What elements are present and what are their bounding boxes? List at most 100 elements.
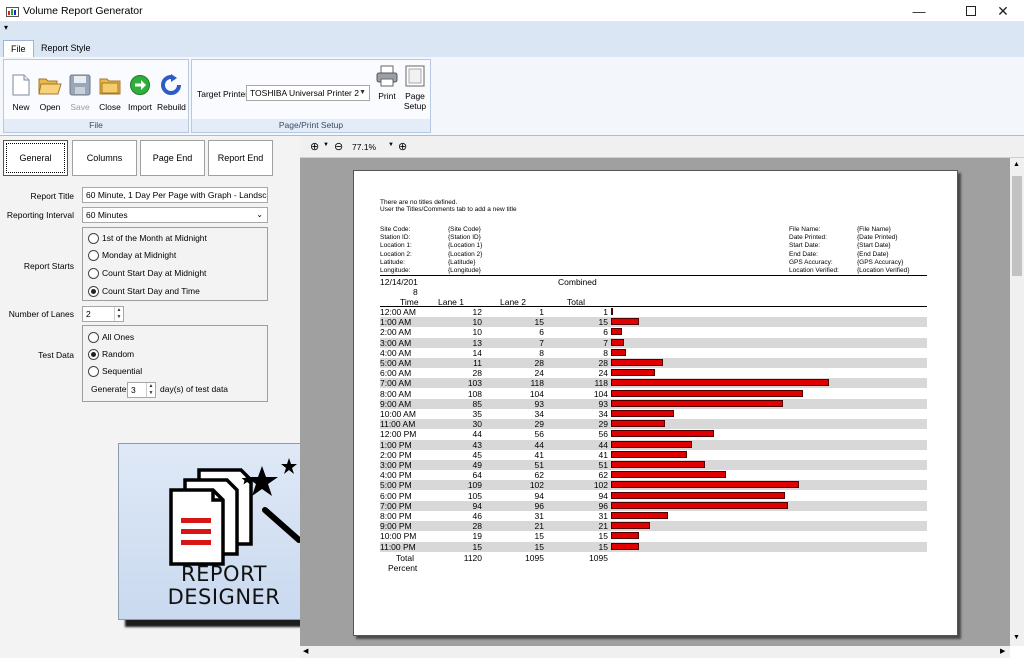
maximize-icon — [966, 6, 976, 16]
quick-access-dropdown-icon[interactable]: ▾ — [4, 23, 8, 32]
report-starts-label: Report Starts — [23, 261, 74, 271]
cell-lane-2: 24 — [534, 368, 544, 379]
test-data-option[interactable]: Random — [88, 349, 134, 361]
generate-days-stepper[interactable]: 3 ▲ ▼ — [127, 382, 156, 398]
zoom-in-icon[interactable]: ⊕ — [398, 140, 407, 153]
chevron-down-icon[interactable]: ▼ — [323, 142, 329, 148]
cell-lane-1: 105 — [467, 490, 482, 501]
cell-lane-1: 12 — [472, 307, 482, 317]
close-file-button[interactable]: Close — [96, 74, 124, 112]
cell-total: 7 — [603, 337, 608, 348]
tab-page-end[interactable]: Page End — [140, 140, 205, 176]
ribbon-tab-report-style[interactable]: Report Style — [34, 40, 98, 57]
total-bar — [611, 450, 687, 458]
report-starts-option[interactable]: Monday at Midnight — [88, 250, 176, 262]
save-button[interactable]: Save — [66, 74, 94, 112]
chevron-down-icon[interactable]: ▼ — [388, 142, 394, 148]
cell-lane-1: 45 — [472, 449, 482, 460]
ribbon: New Open Save Close Import Rebuild File … — [0, 57, 1024, 136]
tab-report-end[interactable]: Report End — [208, 140, 273, 176]
report-title-input[interactable]: 60 Minute, 1 Day Per Page with Graph - L… — [82, 187, 268, 203]
close-window-button[interactable]: ✕ — [980, 0, 1024, 22]
cell-time: 3:00 AM — [380, 337, 412, 348]
cell-time: 9:00 AM — [380, 398, 412, 409]
page-setup-button[interactable]: Page Setup — [400, 65, 430, 111]
cell-lane-2: 62 — [534, 470, 544, 481]
rebuild-button[interactable]: Rebuild — [157, 74, 186, 112]
table-row: 2:00 AM 10 6 6 — [380, 327, 927, 337]
total-bar — [611, 369, 656, 377]
zoom-out-icon[interactable]: ⊖ — [334, 140, 343, 153]
tab-general[interactable]: General — [3, 140, 68, 176]
rebuild-refresh-icon — [161, 74, 181, 95]
test-data-option[interactable]: Sequential — [88, 366, 142, 378]
horizontal-scrollbar[interactable]: ◀ ▶ — [300, 646, 1010, 658]
new-button[interactable]: New — [7, 74, 35, 112]
window-title: Volume Report Generator — [23, 5, 143, 17]
cell-time: 12:00 PM — [380, 429, 417, 440]
stepper-arrows-icon[interactable]: ▲ ▼ — [146, 383, 155, 397]
cell-lane-2: 8 — [539, 347, 544, 358]
scrollbar-thumb[interactable] — [1012, 176, 1022, 276]
print-preview-area[interactable]: There are no titles defined. User the Ti… — [300, 158, 1010, 646]
generate-label: Generate — [91, 384, 127, 394]
cell-time: 7:00 PM — [380, 500, 412, 511]
cell-lane-1: 19 — [472, 531, 482, 542]
total-bar — [611, 389, 804, 397]
cell-lane-2: 29 — [534, 419, 544, 430]
total-bar — [611, 491, 785, 499]
total-combined: 1095 — [589, 553, 608, 563]
report-starts-option[interactable]: Count Start Day at Midnight — [88, 268, 206, 280]
target-printer-select[interactable]: TOSHIBA Universal Printer 2 ▼ — [246, 85, 370, 101]
header-field-value: {File Name} — [857, 226, 891, 233]
cell-total: 62 — [598, 470, 608, 481]
tab-columns[interactable]: Columns — [72, 140, 137, 176]
total-bar — [611, 379, 829, 387]
ribbon-tab-file[interactable]: File — [3, 40, 34, 57]
cell-total: 104 — [593, 388, 608, 399]
scroll-up-icon[interactable]: ▲ — [1013, 161, 1020, 168]
minimize-button[interactable]: — — [896, 0, 942, 22]
number-of-lanes-stepper[interactable]: 2 ▲ ▼ — [82, 306, 124, 322]
percent-label: Percent — [388, 563, 418, 573]
table-row: 11:00 PM 15 15 15 — [380, 541, 927, 552]
total-lane-1: 1120 — [463, 553, 482, 563]
cell-time: 8:00 AM — [380, 388, 412, 399]
test-data-option[interactable]: All Ones — [88, 332, 134, 344]
cell-total: 28 — [598, 358, 608, 368]
zoom-in-icon[interactable]: ⊕ — [310, 140, 319, 153]
total-bar — [611, 481, 800, 489]
ribbon-group-page-print-setup: Target Printer TOSHIBA Universal Printer… — [191, 59, 431, 133]
header-field-value: {Location 2} — [448, 250, 483, 258]
minimize-icon: — — [912, 3, 926, 19]
header-field-label: Site Code: — [380, 226, 411, 233]
table-row: 10:00 AM 35 34 34 — [380, 409, 927, 419]
table-row: 1:00 PM 43 44 44 — [380, 439, 927, 450]
cell-total: 118 — [594, 378, 608, 389]
header-field-label: Location 1: — [380, 242, 412, 250]
report-starts-option[interactable]: Count Start Day and Time — [88, 286, 200, 298]
cell-lane-1: 30 — [472, 419, 482, 430]
vertical-scrollbar[interactable]: ▲ ▼ — [1010, 158, 1024, 646]
scroll-right-icon[interactable]: ▶ — [1000, 647, 1005, 655]
open-button[interactable]: Open — [36, 74, 64, 112]
cell-time: 8:00 PM — [380, 511, 412, 521]
reporting-interval-select[interactable]: 60 Minutes ⌄ — [82, 207, 268, 223]
scroll-down-icon[interactable]: ▼ — [1013, 634, 1020, 641]
table-row: 2:00 PM 45 41 41 — [380, 450, 927, 460]
header-field-value: {End Date} — [857, 250, 889, 258]
ribbon-group-file: New Open Save Close Import Rebuild File — [3, 59, 189, 133]
cell-lane-1: 15 — [472, 541, 482, 552]
table-row: 12:00 AM 12 1 1 — [380, 307, 927, 317]
scroll-left-icon[interactable]: ◀ — [303, 647, 308, 655]
table-row: 8:00 PM 46 31 31 — [380, 511, 927, 521]
header-field-value: {Start Date} — [857, 242, 891, 250]
total-bar — [611, 440, 693, 448]
zoom-level[interactable]: 77.1% — [352, 142, 376, 152]
import-button[interactable]: Import — [126, 74, 154, 112]
print-button[interactable]: Print — [373, 65, 401, 101]
report-starts-option[interactable]: 1st of the Month at Midnight — [88, 233, 207, 245]
cell-time: 1:00 PM — [380, 439, 412, 450]
quick-access-toolbar: ▾ — [0, 22, 1024, 36]
stepper-arrows-icon[interactable]: ▲ ▼ — [114, 307, 123, 321]
